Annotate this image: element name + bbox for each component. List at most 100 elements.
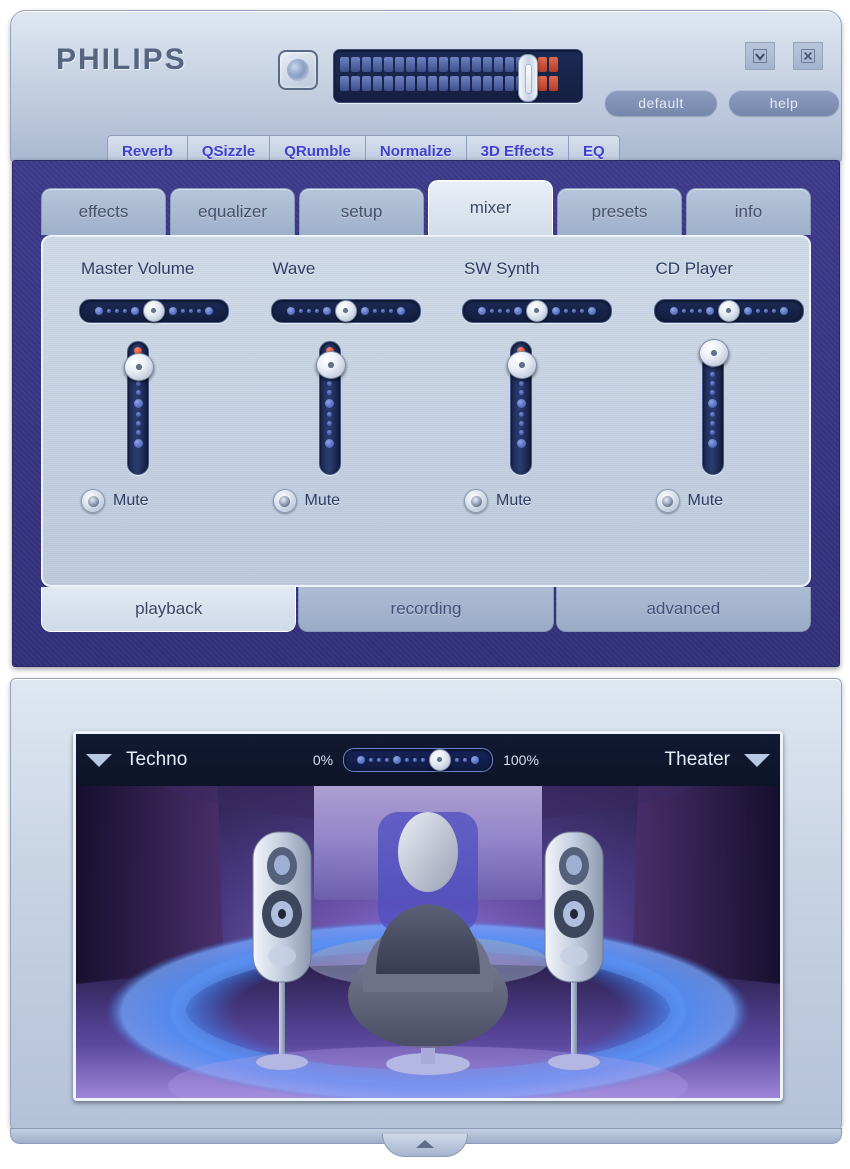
meter-row-top — [340, 55, 576, 74]
meter-segment — [417, 57, 426, 72]
meter-segment — [373, 57, 382, 72]
section-tab-effects[interactable]: effects — [41, 188, 166, 235]
volume-fader[interactable] — [124, 341, 154, 475]
meter-segment — [439, 57, 448, 72]
master-level-handle[interactable] — [518, 54, 538, 102]
slider-tick — [314, 309, 319, 313]
balance-slider-handle[interactable] — [334, 300, 357, 322]
fader-tick — [710, 372, 715, 377]
slider-tick — [380, 309, 385, 313]
expand-collapse-grip[interactable] — [382, 1134, 468, 1157]
balance-slider[interactable] — [653, 299, 804, 323]
audio-source-icon-button[interactable] — [278, 50, 318, 90]
volume-fader-handle[interactable] — [507, 351, 537, 379]
slider-tick — [169, 307, 177, 315]
mute-checkbox[interactable] — [464, 489, 488, 513]
master-level-meter[interactable] — [333, 49, 583, 103]
mixer-mode-tab-playback[interactable]: playback — [41, 587, 297, 632]
mute-toggle[interactable]: Mute — [81, 489, 149, 513]
balance-slider[interactable] — [462, 299, 612, 323]
mute-indicator — [470, 495, 482, 507]
balance-slider[interactable] — [270, 299, 421, 323]
meter-segment — [373, 76, 382, 91]
fader-tick — [135, 421, 141, 426]
meter-segment — [340, 57, 349, 72]
meter-segment — [450, 57, 459, 72]
slider-tick — [405, 758, 410, 762]
channel-label: Master Volume — [81, 259, 195, 278]
balance-slider-handle[interactable] — [143, 300, 165, 322]
meter-segment — [461, 76, 470, 91]
meter-segment — [406, 57, 415, 72]
mixer-mode-tabs: playback recording advanced — [41, 587, 811, 632]
fader-tick — [518, 412, 524, 417]
mixer-mode-tab-advanced[interactable]: advanced — [555, 587, 811, 632]
philips-logo: PHILIPS — [56, 43, 187, 76]
mix-blend-slider[interactable] — [343, 748, 494, 772]
fader-tick — [327, 390, 332, 395]
slider-tick — [131, 307, 139, 315]
balance-slider-handle[interactable] — [526, 300, 548, 322]
mute-toggle[interactable]: Mute — [655, 489, 723, 513]
balance-slider-handle[interactable] — [717, 300, 740, 322]
visualizer-screen: Techno 0% 100% Theater — [73, 731, 783, 1101]
mute-checkbox[interactable] — [272, 489, 297, 513]
default-button[interactable]: default — [605, 90, 717, 116]
slider-tick — [771, 309, 776, 313]
section-tab-equalizer[interactable]: equalizer — [170, 188, 295, 235]
mute-checkbox[interactable] — [81, 489, 105, 513]
slider-tick — [498, 309, 502, 313]
meter-segment — [428, 76, 437, 91]
section-tab-info[interactable]: info — [686, 188, 811, 235]
volume-fader-handle[interactable] — [698, 339, 729, 367]
fader-tick — [710, 412, 715, 417]
slider-tick — [385, 758, 390, 762]
volume-fader-handle[interactable] — [315, 351, 346, 379]
preset-prev-caret-icon[interactable] — [86, 753, 112, 767]
mute-toggle[interactable]: Mute — [272, 489, 340, 513]
mix-min-label: 0% — [312, 752, 334, 768]
slider-tick — [115, 309, 119, 313]
slider-tick — [705, 307, 714, 315]
section-tab-mixer[interactable]: mixer — [428, 180, 553, 235]
close-button[interactable] — [793, 42, 823, 70]
help-button[interactable]: help — [729, 90, 839, 116]
preset-next-caret-icon[interactable] — [744, 753, 770, 767]
meter-segment — [384, 76, 393, 91]
slider-tick — [393, 756, 402, 764]
mute-toggle[interactable]: Mute — [464, 489, 532, 513]
fader-tick — [516, 439, 526, 448]
meter-segment — [351, 57, 360, 72]
meter-segment — [395, 57, 404, 72]
mixer-mode-tab-recording[interactable]: recording — [298, 587, 554, 632]
close-icon — [801, 49, 815, 63]
slider-tick — [377, 758, 382, 762]
slider-tick — [506, 309, 510, 313]
volume-fader[interactable] — [698, 339, 729, 475]
fader-tick — [327, 412, 332, 417]
slider-tick — [455, 758, 460, 762]
channel-label: CD Player — [655, 259, 733, 278]
volume-fader[interactable] — [507, 341, 537, 475]
section-tab-presets[interactable]: presets — [557, 188, 682, 235]
volume-fader-handle[interactable] — [124, 353, 154, 381]
fader-tick — [518, 430, 524, 435]
slider-tick — [689, 309, 694, 313]
slider-tick — [413, 758, 418, 762]
meter-segment — [406, 76, 415, 91]
meter-segment-peak — [549, 57, 558, 72]
fader-tick — [710, 430, 715, 435]
mute-checkbox[interactable] — [655, 489, 680, 513]
meter-segment-peak — [538, 76, 547, 91]
meter-segment — [494, 76, 503, 91]
channel-strip: Wave Mute — [235, 237, 427, 585]
volume-fader[interactable] — [315, 341, 346, 475]
slider-tick — [123, 309, 127, 313]
slider-tick — [360, 307, 369, 315]
mix-blend-handle[interactable] — [429, 749, 452, 771]
balance-slider[interactable] — [79, 299, 229, 323]
minimize-button[interactable] — [745, 42, 775, 70]
preset-name-left: Techno — [126, 749, 188, 770]
section-tab-setup[interactable]: setup — [299, 188, 424, 235]
slider-tick — [743, 307, 752, 315]
